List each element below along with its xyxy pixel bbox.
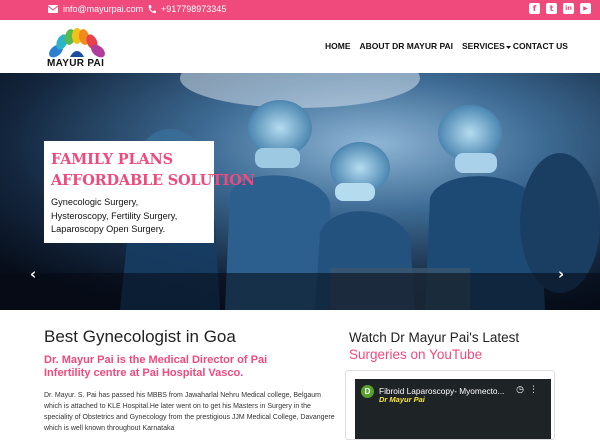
video-section-title-line2: Surgeries on YouTube xyxy=(349,347,483,362)
slider-next-arrow-icon[interactable]: › xyxy=(558,265,564,283)
nav-item-services[interactable]: SERVICES xyxy=(462,41,511,52)
social-links: f t in ▶ xyxy=(529,3,591,14)
phone-link[interactable]: +917798973345 xyxy=(148,4,226,14)
envelope-icon xyxy=(48,5,58,13)
site-header: MAYUR PAI HOME ABOUT DR MAYUR PAI SERVIC… xyxy=(0,20,600,73)
video-menu-icons: ◷⋮ xyxy=(516,385,543,395)
email-link[interactable]: info@mayurpai.com xyxy=(48,4,143,14)
phone-icon xyxy=(148,4,156,14)
phone-text: +917798973345 xyxy=(161,4,227,14)
nav-item-contact[interactable]: CONTACT US xyxy=(513,41,568,52)
top-contact-bar: info@mayurpai.com +917798973345 f t in ▶ xyxy=(0,0,600,20)
about-title: Best Gynecologist in Goa xyxy=(44,327,236,346)
facebook-icon[interactable]: f xyxy=(529,3,540,14)
nav-item-about[interactable]: ABOUT DR MAYUR PAI xyxy=(360,41,454,52)
hero-services-line2: Hysteroscopy, Fertility Surgery, xyxy=(51,210,178,221)
youtube-icon[interactable]: ▶ xyxy=(580,3,591,14)
about-subtitle: Dr. Mayur Pai is the Medical Director of… xyxy=(44,354,268,379)
hero-heading-line2: AFFORDABLE SOLUTION xyxy=(51,172,255,189)
more-vertical-icon[interactable]: ⋮ xyxy=(529,385,543,395)
slider-prev-arrow-icon[interactable]: ‹ xyxy=(30,265,36,283)
youtube-video-embed[interactable]: D Fibroid Laparoscopy- Myomecto... Dr Ma… xyxy=(355,379,551,439)
caret-down-icon xyxy=(505,42,511,52)
hero-services-line1: Gynecologic Surgery, xyxy=(51,197,139,207)
about-body: Dr. Mayur. S. Pai has passed his MBBS fr… xyxy=(44,392,335,432)
video-section-title-line1: Watch Dr Mayur Pai's Latest xyxy=(349,330,520,345)
logo-text[interactable]: MAYUR PAI xyxy=(47,58,104,69)
linkedin-icon[interactable]: in xyxy=(563,3,574,14)
video-section-title: Watch Dr Mayur Pai's Latest Surgeries on… xyxy=(349,329,519,363)
hero-caption-box: FAMILY PLANS AFFORDABLE SOLUTION Gynecol… xyxy=(44,141,255,243)
email-text: info@mayurpai.com xyxy=(63,4,144,14)
hero-services-line3: Laparoscopy Open Surgery. xyxy=(51,224,166,234)
clock-icon[interactable]: ◷ xyxy=(516,385,529,395)
hero-services-text: Gynecologic Surgery, Hysteroscopy, Ferti… xyxy=(51,196,177,237)
hero-heading: FAMILY PLANS AFFORDABLE SOLUTION xyxy=(51,149,255,191)
main-nav: HOME ABOUT DR MAYUR PAI SERVICES CONTACT… xyxy=(325,41,568,52)
video-overlay-text: Dr Mayur Pai xyxy=(379,395,425,404)
twitter-icon[interactable]: t xyxy=(546,3,557,14)
nav-item-home[interactable]: HOME xyxy=(325,41,351,52)
nav-item-services-label: SERVICES xyxy=(462,41,505,51)
hero-heading-line1: FAMILY PLANS xyxy=(51,151,173,168)
channel-avatar[interactable]: D xyxy=(361,385,374,398)
